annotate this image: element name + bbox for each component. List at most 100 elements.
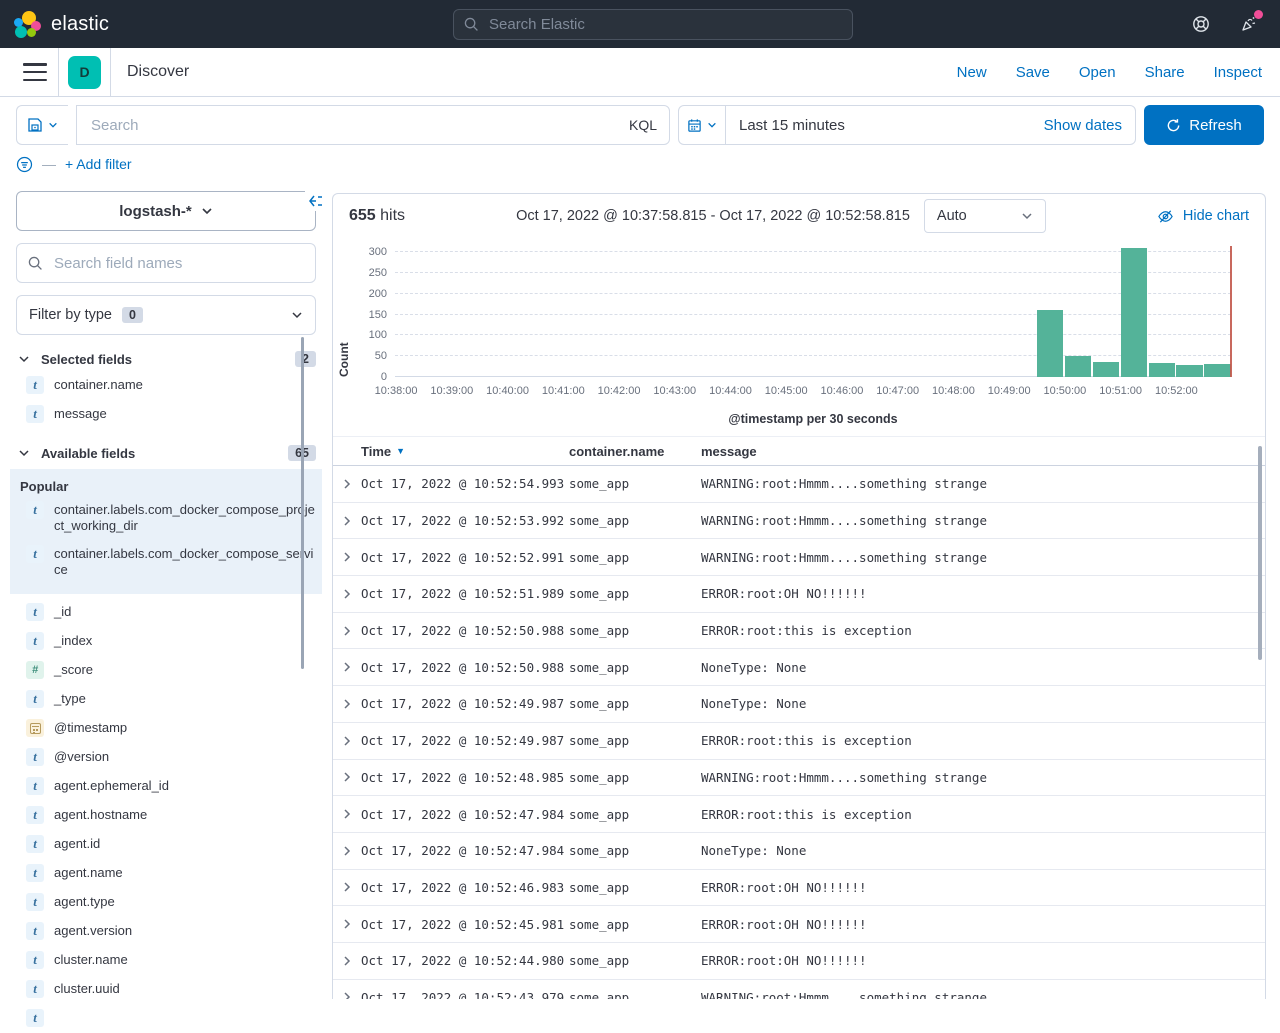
field-item[interactable]: t@version — [16, 743, 316, 772]
field-item[interactable]: tagent.name — [16, 859, 316, 888]
field-item[interactable]: tcluster.uuid — [16, 975, 316, 1004]
table-row[interactable]: Oct 17, 2022 @ 10:52:49.987some_appERROR… — [333, 723, 1265, 760]
table-row[interactable]: Oct 17, 2022 @ 10:52:50.988some_appERROR… — [333, 613, 1265, 650]
expand-row-icon[interactable] — [333, 991, 361, 999]
menu-link-inspect[interactable]: Inspect — [1214, 64, 1262, 81]
cell-message: WARNING:root:Hmmm....something strange — [701, 550, 1265, 565]
histogram-bar[interactable] — [1121, 248, 1147, 377]
field-item[interactable]: tcontainer.name — [16, 371, 316, 400]
global-search[interactable] — [453, 9, 853, 40]
sidebar-scrollbar[interactable] — [301, 337, 304, 669]
collapse-sidebar-icon[interactable] — [305, 191, 325, 211]
menu-link-open[interactable]: Open — [1079, 64, 1116, 81]
table-row[interactable]: Oct 17, 2022 @ 10:52:44.980some_appERROR… — [333, 943, 1265, 980]
field-item[interactable]: tagent.ephemeral_id — [16, 772, 316, 801]
expand-row-icon[interactable] — [333, 698, 361, 710]
date-quick-select-button[interactable] — [679, 106, 726, 144]
histogram-bar[interactable] — [1176, 365, 1202, 378]
field-item[interactable]: t_id — [16, 598, 316, 627]
expand-row-icon[interactable] — [333, 771, 361, 783]
field-search-input[interactable] — [52, 254, 304, 273]
field-item[interactable]: tagent.id — [16, 830, 316, 859]
expand-row-icon[interactable] — [333, 808, 361, 820]
table-scrollbar[interactable] — [1258, 446, 1262, 660]
available-fields-header[interactable]: Available fields 65 — [16, 445, 316, 461]
column-header-time[interactable]: Time ▼ — [361, 444, 569, 459]
expand-row-icon[interactable] — [333, 551, 361, 563]
table-row[interactable]: Oct 17, 2022 @ 10:52:52.991some_appWARNI… — [333, 539, 1265, 576]
filter-manage-icon[interactable] — [16, 156, 33, 173]
interval-value: Auto — [937, 208, 967, 224]
field-item[interactable]: tagent.version — [16, 917, 316, 946]
histogram-bar[interactable] — [1204, 364, 1230, 377]
table-row[interactable]: Oct 17, 2022 @ 10:52:48.985some_appWARNI… — [333, 760, 1265, 797]
elastic-logo[interactable]: elastic — [14, 11, 109, 38]
help-icon[interactable] — [1190, 13, 1212, 35]
histogram-bar[interactable] — [1149, 363, 1175, 377]
menu-link-save[interactable]: Save — [1016, 64, 1050, 81]
table-row[interactable]: Oct 17, 2022 @ 10:52:51.989some_appERROR… — [333, 576, 1265, 613]
histogram-bar[interactable] — [1037, 310, 1063, 377]
field-item[interactable]: t_type — [16, 685, 316, 714]
table-row[interactable]: Oct 17, 2022 @ 10:52:47.984some_appERROR… — [333, 796, 1265, 833]
field-item[interactable]: tmessage — [16, 400, 316, 429]
table-row[interactable]: Oct 17, 2022 @ 10:52:45.981some_appERROR… — [333, 906, 1265, 943]
expand-row-icon[interactable] — [333, 955, 361, 967]
expand-row-icon[interactable] — [333, 881, 361, 893]
field-item[interactable]: tcluster.name — [16, 946, 316, 975]
table-row[interactable]: Oct 17, 2022 @ 10:52:54.993some_appWARNI… — [333, 466, 1265, 503]
popular-label: Popular — [16, 479, 316, 494]
table-row[interactable]: Oct 17, 2022 @ 10:52:47.984some_appNoneT… — [333, 833, 1265, 870]
expand-row-icon[interactable] — [333, 661, 361, 673]
filter-by-type-button[interactable]: Filter by type 0 — [16, 295, 316, 335]
field-item[interactable]: tcontainer.labels.com_docker_compose_ser… — [16, 540, 316, 584]
histogram-bar[interactable] — [1093, 362, 1119, 377]
field-item[interactable]: tcontainer.labels.com_docker_compose_pro… — [16, 496, 316, 540]
column-header-message[interactable]: message — [701, 444, 1265, 459]
available-fields-label: Available fields — [41, 446, 135, 461]
expand-row-icon[interactable] — [333, 845, 361, 857]
menu-link-share[interactable]: Share — [1145, 64, 1185, 81]
histogram-bar[interactable] — [1065, 356, 1091, 377]
appbar-links: New Save Open Share Inspect — [957, 64, 1280, 81]
table-row[interactable]: Oct 17, 2022 @ 10:52:46.983some_appERROR… — [333, 870, 1265, 907]
interval-select[interactable]: Auto — [924, 199, 1046, 233]
index-pattern-switcher[interactable]: logstash-* — [16, 191, 316, 231]
field-type-string-icon: t — [26, 545, 44, 563]
field-item[interactable]: tagent.hostname — [16, 801, 316, 830]
query-input[interactable] — [89, 116, 621, 135]
table-row[interactable]: Oct 17, 2022 @ 10:52:53.992some_appWARNI… — [333, 503, 1265, 540]
selected-fields-header[interactable]: Selected fields 2 — [16, 351, 316, 367]
query-language-button[interactable]: KQL — [629, 117, 657, 133]
expand-row-icon[interactable] — [333, 588, 361, 600]
notification-dot — [1254, 10, 1263, 19]
field-item[interactable]: tagent.type — [16, 888, 316, 917]
saved-query-button[interactable] — [16, 105, 68, 145]
expand-row-icon[interactable] — [333, 478, 361, 490]
hide-chart-button[interactable]: Hide chart — [1157, 208, 1249, 225]
field-item-partial[interactable]: t — [16, 1004, 316, 1033]
kql-query-input[interactable]: KQL — [76, 105, 670, 145]
table-row[interactable]: Oct 17, 2022 @ 10:52:50.988some_appNoneT… — [333, 649, 1265, 686]
expand-row-icon[interactable] — [333, 515, 361, 527]
cell-container-name: some_app — [569, 990, 701, 999]
table-row[interactable]: Oct 17, 2022 @ 10:52:43.979some_appWARNI… — [333, 980, 1265, 999]
field-item[interactable]: t_index — [16, 627, 316, 656]
news-icon[interactable] — [1238, 13, 1260, 35]
refresh-button[interactable]: Refresh — [1144, 105, 1264, 145]
expand-row-icon[interactable] — [333, 918, 361, 930]
field-item[interactable]: #_score — [16, 656, 316, 685]
show-dates-button[interactable]: Show dates — [1031, 117, 1135, 134]
time-range-value[interactable]: Last 15 minutes — [726, 117, 858, 134]
expand-row-icon[interactable] — [333, 625, 361, 637]
cell-container-name: some_app — [569, 807, 701, 822]
field-item[interactable]: @timestamp — [16, 714, 316, 743]
field-search[interactable] — [16, 243, 316, 283]
menu-icon[interactable] — [23, 63, 47, 81]
add-filter-button[interactable]: + Add filter — [65, 156, 132, 172]
expand-row-icon[interactable] — [333, 735, 361, 747]
table-row[interactable]: Oct 17, 2022 @ 10:52:49.987some_appNoneT… — [333, 686, 1265, 723]
column-header-container-name[interactable]: container.name — [569, 444, 701, 459]
global-search-input[interactable] — [487, 15, 842, 34]
menu-link-new[interactable]: New — [957, 64, 987, 81]
